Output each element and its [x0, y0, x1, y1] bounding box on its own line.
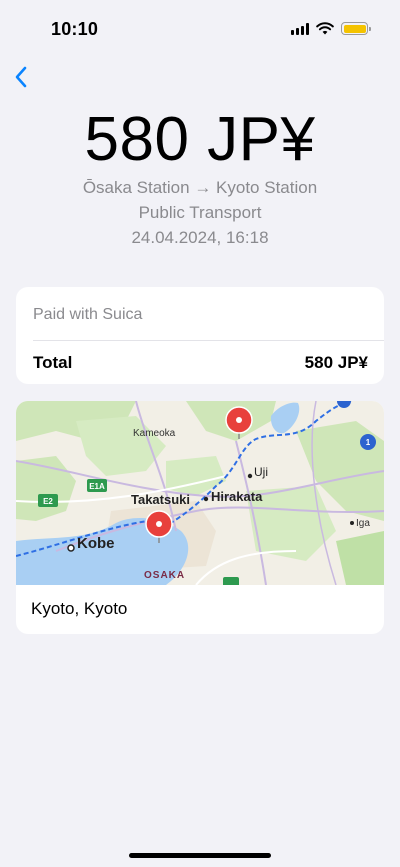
status-icons: [291, 22, 371, 35]
status-time: 10:10: [51, 19, 99, 39]
paid-with-label: Paid with Suica: [33, 306, 143, 323]
map-label-e2: E2: [43, 497, 53, 506]
location-label: Kyoto, Kyoto: [31, 599, 128, 618]
payment-card: Paid with Suica Total 580 JP¥: [16, 287, 384, 384]
signal-icon: [291, 22, 309, 35]
map-label-kameoka: Kameoka: [133, 428, 176, 439]
map-label-hirakata: Hirakata: [211, 489, 263, 504]
battery-level: [343, 24, 366, 33]
transaction-category: Public Transport: [138, 203, 262, 222]
wifi-icon: [316, 22, 334, 35]
total-value: 580 JP¥: [304, 353, 368, 372]
total-label: Total: [33, 353, 73, 372]
divider: [33, 340, 384, 341]
route-map[interactable]: E2 E1A 1 Kameoka Uji Takatsuki Hirakata …: [16, 401, 384, 585]
battery-icon: [341, 22, 371, 35]
transaction-amount: 580 JP¥: [84, 105, 316, 174]
map-label-route-1: 1: [366, 438, 371, 447]
map-label-kobe: Kobe: [77, 535, 115, 552]
map-label-uji: Uji: [254, 465, 268, 479]
map-card[interactable]: E2 E1A 1 Kameoka Uji Takatsuki Hirakata …: [16, 401, 384, 634]
screen: 10:10 580 JP¥ Ōsaka Station → Kyoto Stat…: [0, 0, 400, 867]
transaction-route: Ōsaka Station → Kyoto Station: [82, 178, 318, 197]
map-label-e1a: E1A: [89, 482, 105, 491]
status-bar: 10:10: [0, 0, 400, 60]
transaction-datetime: 24.04.2024, 16:18: [131, 228, 269, 247]
home-indicator[interactable]: [129, 853, 271, 858]
chevron-left-icon: [15, 66, 27, 88]
map-label-takatsuki: Takatsuki: [131, 492, 190, 507]
back-button[interactable]: [6, 62, 36, 92]
map-label-osaka: OSAKA: [144, 570, 185, 581]
map-label-iga: Iga: [356, 518, 370, 529]
